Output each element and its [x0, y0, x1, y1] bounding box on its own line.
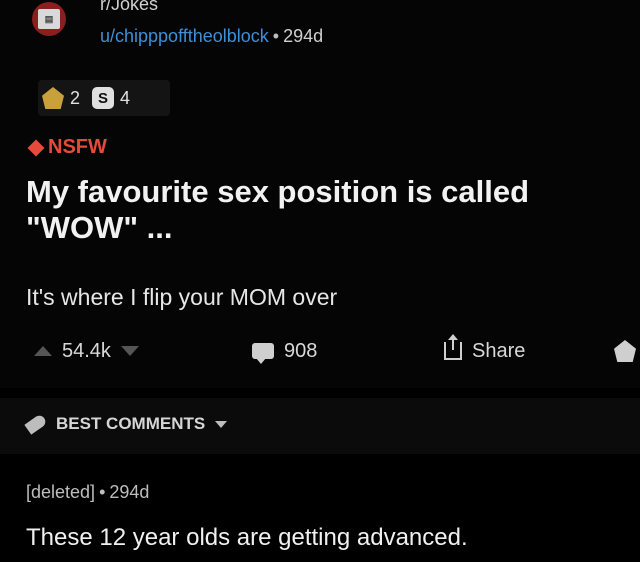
subreddit-icon[interactable]: ▤ [32, 2, 66, 36]
comment-body: These 12 year olds are getting advanced. [26, 524, 468, 551]
author-link[interactable]: u/chipppofftheolblock [100, 26, 269, 46]
awards-row[interactable]: 2 S 4 [38, 80, 170, 116]
share-label: Share [472, 339, 526, 362]
comment-icon [252, 343, 274, 364]
gold-award-count: 2 [70, 87, 81, 108]
meta-separator: • [99, 482, 106, 502]
chevron-down-icon [215, 420, 228, 428]
sort-label: BEST COMMENTS [56, 414, 206, 433]
subreddit-name[interactable]: r/Jokes [100, 0, 158, 15]
nsfw-diamond-icon [27, 139, 45, 156]
post-body: It's where I flip your MOM over [26, 284, 338, 310]
comments-button[interactable]: 908 [252, 336, 317, 366]
gold-award-icon [42, 87, 64, 109]
comment-meta: [deleted] • 294d [26, 482, 149, 503]
comment-sort-bar: BEST COMMENTS [0, 398, 640, 454]
post-actions: 54.4k 908 Share [0, 334, 640, 366]
sort-dropdown[interactable]: BEST COMMENTS [24, 413, 228, 435]
silver-award-count: 4 [120, 87, 131, 108]
share-button[interactable]: Share [444, 334, 526, 366]
vote-count: 54.4k [62, 339, 111, 362]
meta-separator: • [272, 26, 280, 46]
share-icon [444, 334, 462, 360]
comment-author: [deleted] [26, 482, 96, 502]
nsfw-label: NSFW [48, 136, 107, 158]
award-icon [614, 340, 636, 362]
post-meta: u/chipppofftheolblock • 294d [100, 26, 323, 47]
comment-item: [deleted] • 294d These 12 year olds are ge… [0, 466, 640, 562]
rocket-icon [24, 413, 48, 435]
comment-age: 294d [109, 482, 150, 502]
upvote-icon[interactable] [34, 346, 52, 356]
comment-count: 908 [284, 339, 318, 362]
newspaper-icon: ▤ [38, 9, 60, 29]
post-card: ▤ r/Jokes u/chipppofftheolblock • 294d 2 S… [0, 0, 640, 388]
post-title[interactable]: My favourite sex position is called "WOW… [26, 174, 606, 246]
give-award-button[interactable] [614, 336, 636, 366]
post-header: ▤ r/Jokes u/chipppofftheolblock • 294d [26, 0, 626, 54]
post-age: 294d [283, 26, 324, 46]
nsfw-tag: NSFW [27, 136, 107, 159]
silver-award-icon: S [92, 87, 115, 109]
downvote-icon[interactable] [120, 346, 139, 356]
vote-group: 54.4k [34, 336, 139, 366]
